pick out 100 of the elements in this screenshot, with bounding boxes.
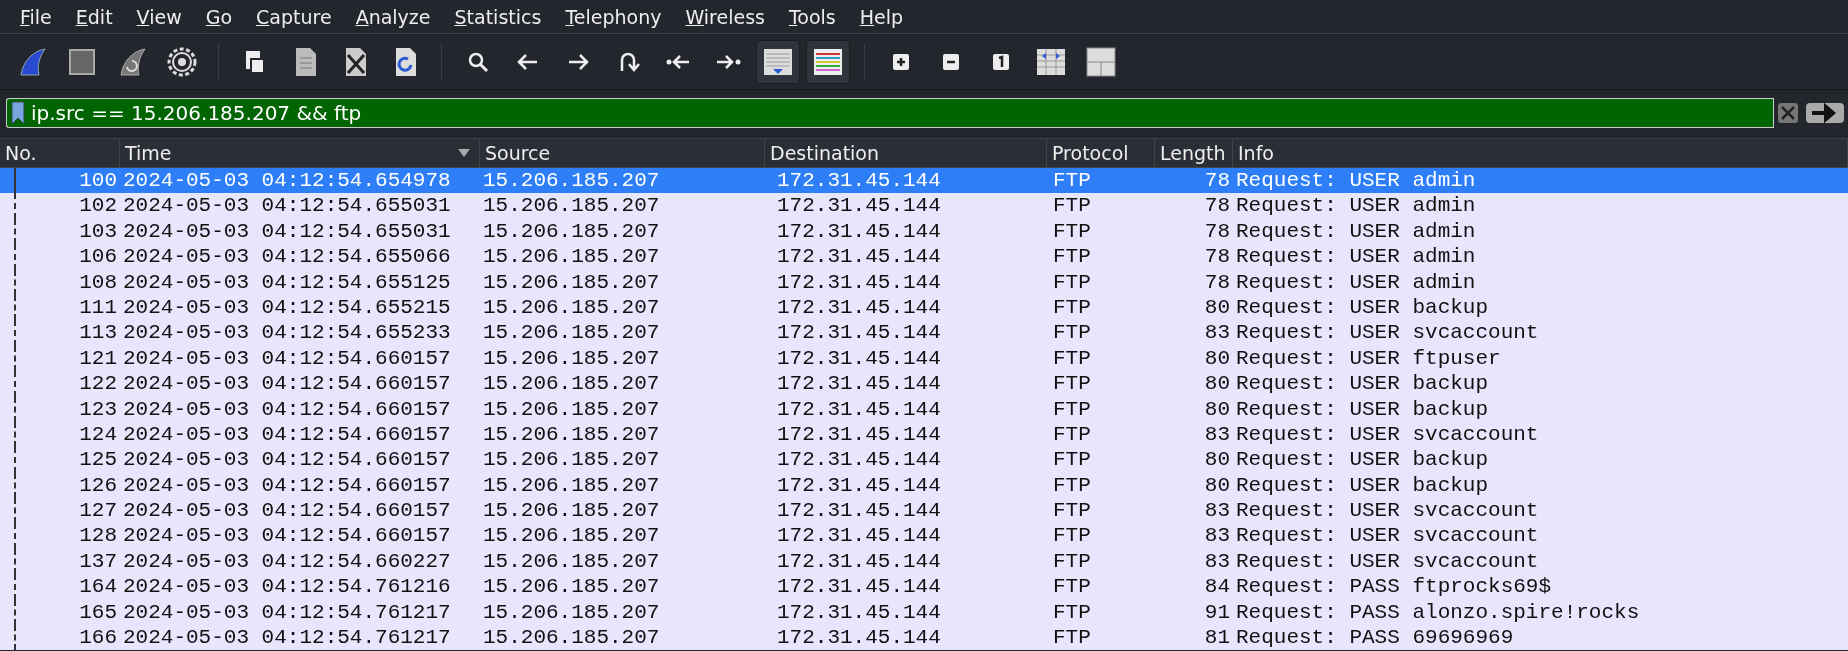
pane-layout-icon (1084, 44, 1118, 79)
table-cell: 123 (79, 397, 117, 421)
table-cell: 172.31.45.144 (777, 626, 941, 650)
menu-item[interactable]: Tools (776, 0, 848, 33)
table-cell: 2024-05-03 04:12:54.655031 (123, 219, 451, 243)
table-cell: 15.206.185.207 (483, 245, 660, 269)
column-header[interactable]: Protocol (1052, 139, 1129, 167)
packet-row[interactable]: 164 2024-05-03 04:12:54.761216 15.206.185.207 172.31.45.144 FTP 84 Request: PASS ftprocks69$ (0, 574, 1848, 600)
packet-row[interactable]: 100 2024-05-03 04:12:54.654978 15.206.185.207 172.31.45.144 FTP 78 Request: USER admin (0, 168, 1848, 194)
table-cell: FTP (1053, 575, 1091, 599)
table-cell: Request: USER admin (1236, 169, 1476, 192)
table-cell: 165 (79, 600, 117, 624)
packet-row[interactable]: 137 2024-05-03 04:12:54.660227 15.206.185.207 172.31.45.144 FTP 83 Request: USER svcaccount (0, 548, 1848, 575)
table-cell: 15.206.185.207 (483, 346, 660, 370)
packet-row[interactable]: 122 2024-05-03 04:12:54.660157 15.206.185.207 172.31.45.144 FTP 80 Request: USER backup (0, 371, 1848, 397)
table-cell: Request: USER ftpuser (1236, 346, 1501, 370)
table-cell: 122 (79, 372, 117, 396)
table-cell: FTP (1053, 473, 1091, 497)
table-cell: FTP (1053, 245, 1091, 269)
table-cell: 78 (1204, 270, 1230, 294)
table-cell: 15.206.185.207 (483, 422, 660, 446)
packet-row[interactable]: 121 2024-05-03 04:12:54.660157 15.206.185.207 172.31.45.144 FTP 80 Request: USER ftpuser (0, 345, 1848, 372)
table-cell: 164 (79, 575, 117, 599)
column-header[interactable]: Info (1238, 139, 1274, 167)
table-cell: 172.31.45.144 (777, 169, 941, 192)
table-cell: 2024-05-03 04:12:54.660157 (123, 473, 451, 497)
table-cell: FTP (1053, 194, 1091, 218)
table-cell: 172.31.45.144 (777, 422, 941, 446)
packet-row[interactable]: 102 2024-05-03 04:12:54.655031 15.206.185.207 172.31.45.144 FTP 78 Request: USER admin (0, 193, 1848, 219)
menu-item[interactable]: Analyze (343, 0, 443, 33)
table-cell: 15.206.185.207 (483, 194, 660, 218)
sort-caret-icon[interactable] (458, 149, 470, 157)
table-cell: 172.31.45.144 (777, 397, 941, 421)
table-cell: 172.31.45.144 (777, 194, 941, 218)
table-cell: 127 (79, 499, 117, 523)
column-header[interactable]: Length (1160, 139, 1226, 167)
menu-item[interactable]: Edit (63, 0, 125, 33)
table-cell: Request: USER svcaccount (1236, 499, 1539, 523)
table-cell: 84 (1204, 575, 1230, 599)
packet-row[interactable]: 106 2024-05-03 04:12:54.655066 15.206.185.207 172.31.45.144 FTP 78 Request: USER admin (0, 244, 1848, 270)
table-cell: Request: USER backup (1236, 372, 1489, 396)
table-cell: 15.206.185.207 (483, 473, 660, 497)
table-cell: 172.31.45.144 (777, 575, 941, 599)
table-cell: FTP (1053, 270, 1091, 294)
packet-row[interactable]: 166 2024-05-03 04:12:54.761217 15.206.185.207 172.31.45.144 FTP 81 Request: PASS 69696969 (0, 625, 1848, 651)
table-cell: 2024-05-03 04:12:54.660157 (123, 499, 451, 523)
column-header[interactable]: Destination (770, 139, 880, 167)
packet-row[interactable]: 108 2024-05-03 04:12:54.655125 15.206.185.207 172.31.45.144 FTP 78 Request: USER admin (0, 269, 1848, 295)
table-cell: 15.206.185.207 (483, 270, 660, 294)
table-cell: 126 (79, 473, 117, 497)
column-header[interactable]: Time (125, 139, 172, 167)
menu-item[interactable]: Go (193, 0, 245, 33)
packet-row[interactable]: 126 2024-05-03 04:12:54.660157 15.206.185.207 172.31.45.144 FTP 80 Request: USER backup (0, 472, 1848, 499)
table-cell: 15.206.185.207 (483, 372, 660, 396)
packet-row[interactable]: 128 2024-05-03 04:12:54.660157 15.206.185.207 172.31.45.144 FTP 83 Request: USER svcaccount (0, 523, 1848, 549)
menu-item[interactable]: Telephony (553, 0, 674, 33)
menu-item[interactable]: Capture (244, 0, 344, 33)
colored-lines-button[interactable] (806, 39, 850, 84)
menu-item[interactable]: Help (847, 0, 916, 33)
packet-row[interactable]: 123 2024-05-03 04:12:54.660157 15.206.185.207 172.31.45.144 FTP 80 Request: USER backup (0, 396, 1848, 422)
table-cell: 80 (1204, 346, 1230, 370)
table-cell: 15.206.185.207 (483, 397, 660, 421)
table-cell: 83 (1204, 499, 1230, 523)
table-cell: Request: USER svcaccount (1236, 321, 1539, 345)
menu-item[interactable]: View (124, 0, 194, 33)
table-cell: 80 (1204, 397, 1230, 421)
packet-row[interactable]: 103 2024-05-03 04:12:54.655031 15.206.185.207 172.31.45.144 FTP 78 Request: USER admin (0, 218, 1848, 245)
table-cell: 2024-05-03 04:12:54.655215 (123, 295, 451, 319)
table-cell: 172.31.45.144 (777, 219, 941, 243)
table-cell: 15.206.185.207 (483, 321, 660, 345)
menu-item[interactable]: File (8, 0, 64, 33)
packet-row[interactable]: 113 2024-05-03 04:12:54.655233 15.206.185.207 172.31.45.144 FTP 83 Request: USER svcaccount (0, 320, 1848, 346)
menu-item[interactable]: Wireless (673, 0, 777, 33)
column-header[interactable]: No. (5, 139, 37, 167)
table-cell: FTP (1053, 524, 1091, 548)
scroll-lines-button[interactable] (756, 39, 800, 84)
packet-row[interactable]: 165 2024-05-03 04:12:54.761217 15.206.185.207 172.31.45.144 FTP 91 Request: PASS alonzo.spire!rocks (0, 599, 1848, 626)
table-cell: Request: USER backup (1236, 397, 1489, 421)
menu-item[interactable]: Statistics (442, 0, 554, 33)
table-cell: Request: USER svcaccount (1236, 549, 1539, 573)
table-cell: 80 (1204, 473, 1230, 497)
table-cell: 15.206.185.207 (483, 549, 660, 573)
table-cell: FTP (1053, 422, 1091, 446)
table-cell: FTP (1053, 397, 1091, 421)
table-cell: 2024-05-03 04:12:54.660227 (123, 549, 451, 573)
table-cell: 166 (79, 626, 117, 650)
table-cell: 103 (79, 219, 117, 243)
packet-row[interactable]: 111 2024-05-03 04:12:54.655215 15.206.185.207 172.31.45.144 FTP 80 Request: USER backup (0, 294, 1848, 321)
packet-row[interactable]: 125 2024-05-03 04:12:54.660157 15.206.185.207 172.31.45.144 FTP 80 Request: USER backup (0, 447, 1848, 473)
table-cell: 172.31.45.144 (777, 346, 941, 370)
column-header[interactable]: Source (485, 139, 551, 167)
packet-row[interactable]: 127 2024-05-03 04:12:54.660157 15.206.185.207 172.31.45.144 FTP 83 Request: USER svcaccount (0, 498, 1848, 524)
packet-row[interactable]: 124 2024-05-03 04:12:54.660157 15.206.185.207 172.31.45.144 FTP 83 Request: USER svcaccount (0, 421, 1848, 448)
table-cell: 172.31.45.144 (777, 295, 941, 319)
table-cell: 80 (1204, 372, 1230, 396)
table-cell: 100 (79, 169, 117, 192)
table-cell: Request: USER svcaccount (1236, 422, 1539, 446)
table-cell: 15.206.185.207 (483, 169, 660, 192)
table-cell: 15.206.185.207 (483, 295, 660, 319)
table-cell: 172.31.45.144 (777, 372, 941, 396)
